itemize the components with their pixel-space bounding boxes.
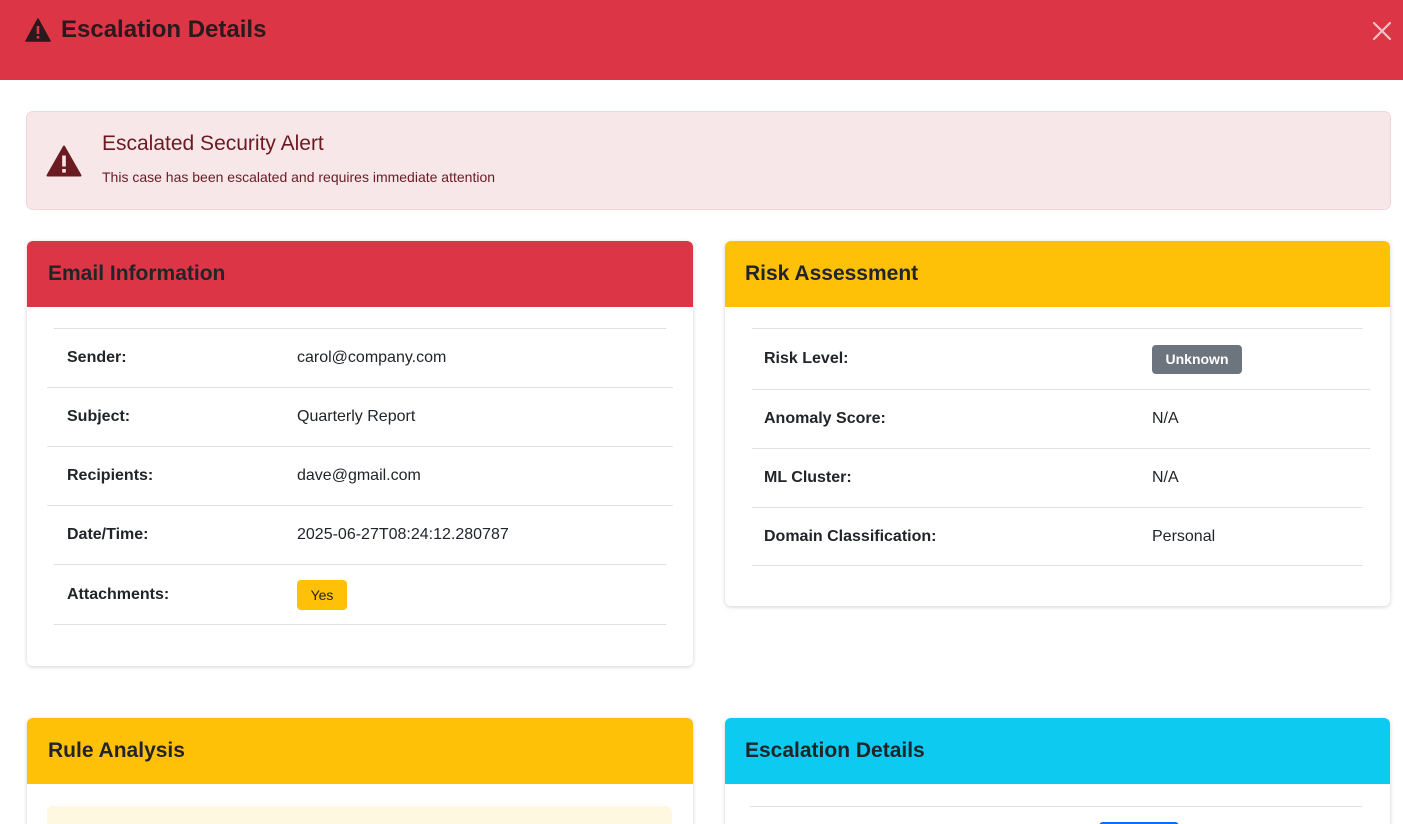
domain-classification-label: Domain Classification:	[764, 528, 937, 545]
table-row: Anomaly Score: N/A	[752, 389, 1370, 448]
escalation-details-card: Escalation Details	[725, 718, 1390, 824]
sender-value: carol@company.com	[297, 349, 447, 366]
modal-title: Escalation Details	[61, 16, 267, 43]
table-row: Risk Level: Unknown	[752, 328, 1363, 389]
table-row: ML Cluster: N/A	[752, 448, 1370, 507]
domain-classification-value: Personal	[1152, 528, 1216, 545]
warning-triangle-icon	[25, 18, 51, 42]
modal-header: Escalation Details	[0, 0, 1403, 80]
datetime-label: Date/Time:	[67, 526, 149, 543]
divider	[750, 806, 1362, 807]
card-header: Escalation Details	[725, 718, 1390, 784]
email-info-table: Sender: carol@company.com Subject: Quart…	[47, 328, 673, 626]
close-icon[interactable]	[1371, 20, 1393, 42]
risk-assessment-card: Risk Assessment Risk Level: Unknown Anom…	[725, 241, 1390, 606]
risk-level-badge: Unknown	[1152, 345, 1242, 374]
email-information-card: Email Information Sender: carol@company.…	[27, 241, 693, 666]
attachments-badge: Yes	[297, 580, 347, 610]
table-row: Attachments: Yes	[54, 564, 666, 625]
attachments-label: Attachments:	[67, 586, 170, 603]
sender-label: Sender:	[67, 349, 127, 366]
table-row: Recipients: dave@gmail.com	[47, 446, 673, 505]
escalated-alert: Escalated Security Alert This case has b…	[26, 111, 1391, 210]
rule-analysis-panel	[47, 806, 672, 824]
table-row: Date/Time: 2025-06-27T08:24:12.280787	[47, 505, 673, 564]
recipients-label: Recipients:	[67, 467, 154, 484]
rule-analysis-card: Rule Analysis	[27, 718, 693, 824]
card-header: Email Information	[27, 241, 693, 307]
anomaly-score-label: Anomaly Score:	[764, 410, 886, 427]
recipients-value: dave@gmail.com	[297, 467, 421, 484]
table-row: Subject: Quarterly Report	[47, 387, 673, 446]
subject-label: Subject:	[67, 408, 131, 425]
ml-cluster-value: N/A	[1152, 469, 1179, 486]
ml-cluster-label: ML Cluster:	[764, 469, 852, 486]
table-row: Domain Classification: Personal	[752, 507, 1363, 566]
alert-title: Escalated Security Alert	[102, 132, 324, 155]
table-row: Sender: carol@company.com	[54, 328, 666, 387]
subject-value: Quarterly Report	[297, 408, 416, 425]
alert-text: This case has been escalated and require…	[102, 169, 496, 185]
warning-triangle-icon	[46, 145, 82, 177]
datetime-value: 2025-06-27T08:24:12.280787	[297, 526, 509, 543]
card-header: Rule Analysis	[27, 718, 693, 784]
anomaly-score-value: N/A	[1152, 410, 1179, 427]
risk-table: Risk Level: Unknown Anomaly Score: N/A M…	[752, 328, 1370, 567]
risk-level-label: Risk Level:	[764, 350, 849, 367]
card-header: Risk Assessment	[725, 241, 1390, 307]
